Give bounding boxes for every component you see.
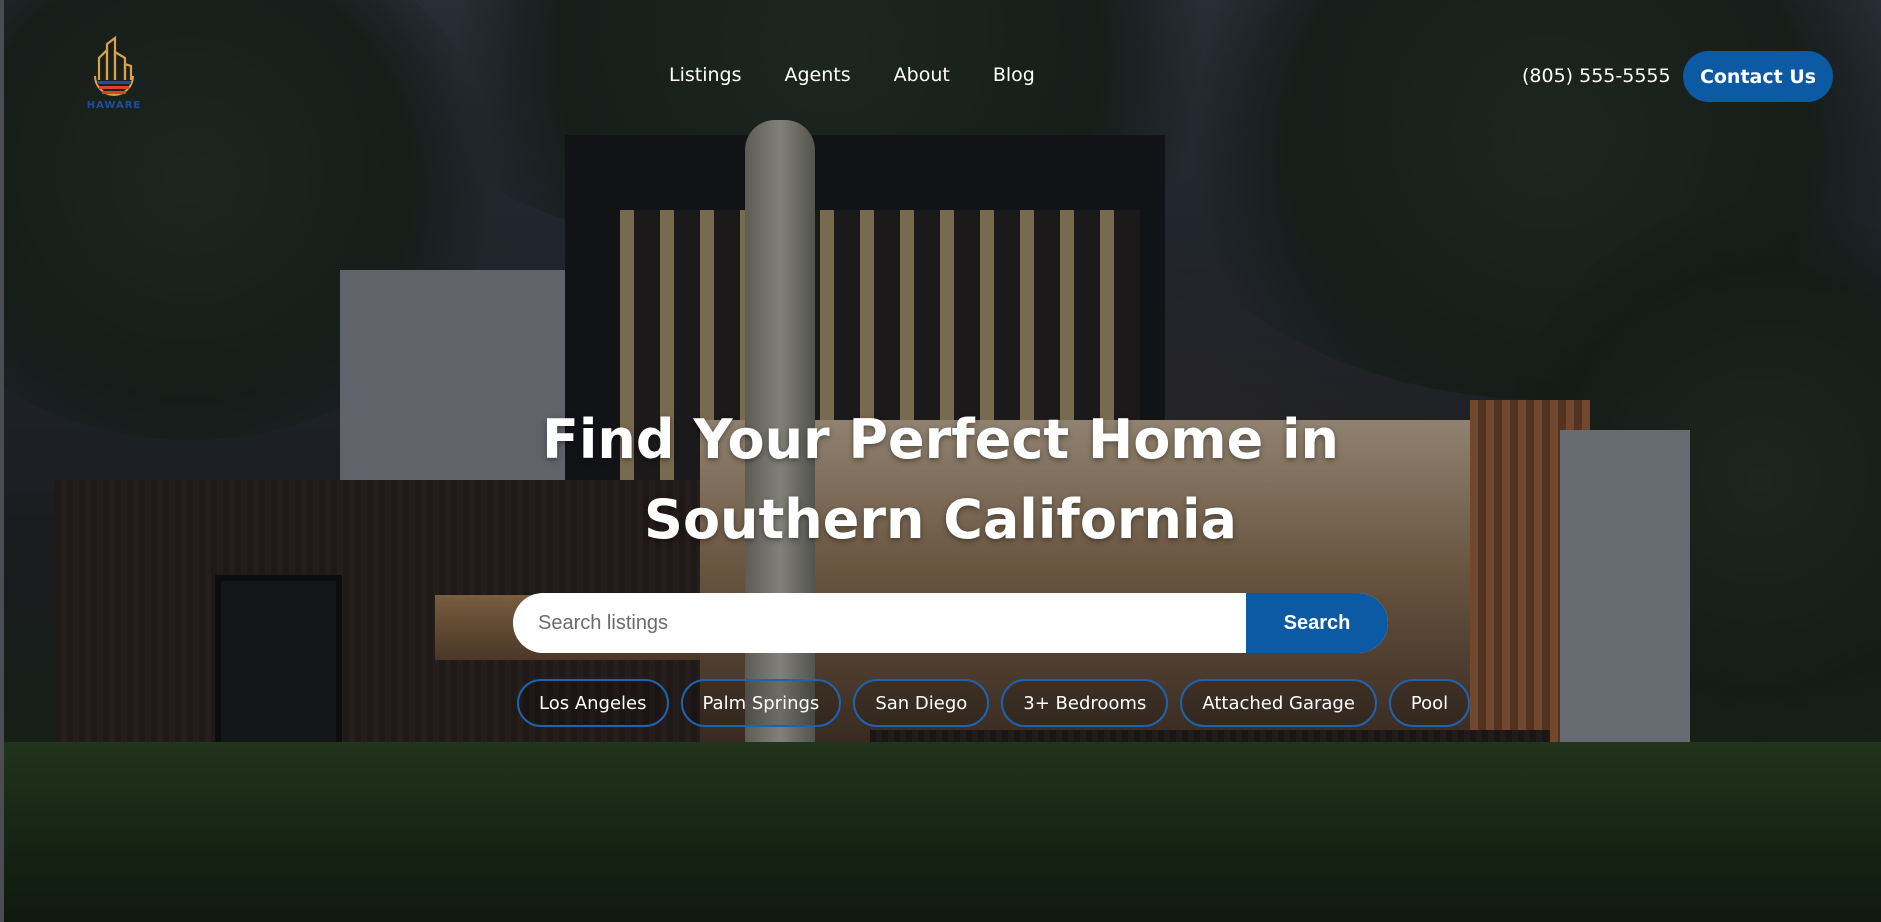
building-logo-icon [94, 36, 134, 96]
nav-link-blog[interactable]: Blog [993, 64, 1035, 86]
main-nav: Listings Agents About Blog [669, 64, 1035, 86]
nav-link-listings[interactable]: Listings [669, 64, 742, 86]
hero-headline-line-2: Southern California [644, 488, 1237, 551]
nav-link-agents[interactable]: Agents [785, 64, 851, 86]
phone-number[interactable]: (805) 555-5555 [1522, 65, 1671, 87]
chip-3-bedrooms[interactable]: 3+ Bedrooms [1001, 679, 1169, 727]
contact-us-button[interactable]: Contact Us [1683, 51, 1833, 102]
hero-section: HAWARE Listings Agents About Blog (805) … [0, 0, 1881, 922]
search-button[interactable]: Search [1246, 593, 1388, 653]
brand-logo[interactable]: HAWARE [86, 36, 142, 114]
chip-palm-springs[interactable]: Palm Springs [680, 679, 842, 727]
nav-link-about[interactable]: About [894, 64, 950, 86]
quick-filter-chips: Los Angeles Palm Springs San Diego 3+ Be… [517, 679, 1471, 727]
chip-san-diego[interactable]: San Diego [853, 679, 990, 727]
search-bar: Search [513, 593, 1388, 653]
chip-pool[interactable]: Pool [1388, 679, 1471, 727]
hero-headline: Find Your Perfect Home in Southern Calif… [0, 400, 1881, 560]
hero-headline-line-1: Find Your Perfect Home in [542, 408, 1339, 471]
chip-los-angeles[interactable]: Los Angeles [517, 679, 669, 727]
chip-attached-garage[interactable]: Attached Garage [1180, 679, 1377, 727]
search-input[interactable] [513, 593, 1246, 653]
logo-wordmark: HAWARE [86, 100, 142, 111]
